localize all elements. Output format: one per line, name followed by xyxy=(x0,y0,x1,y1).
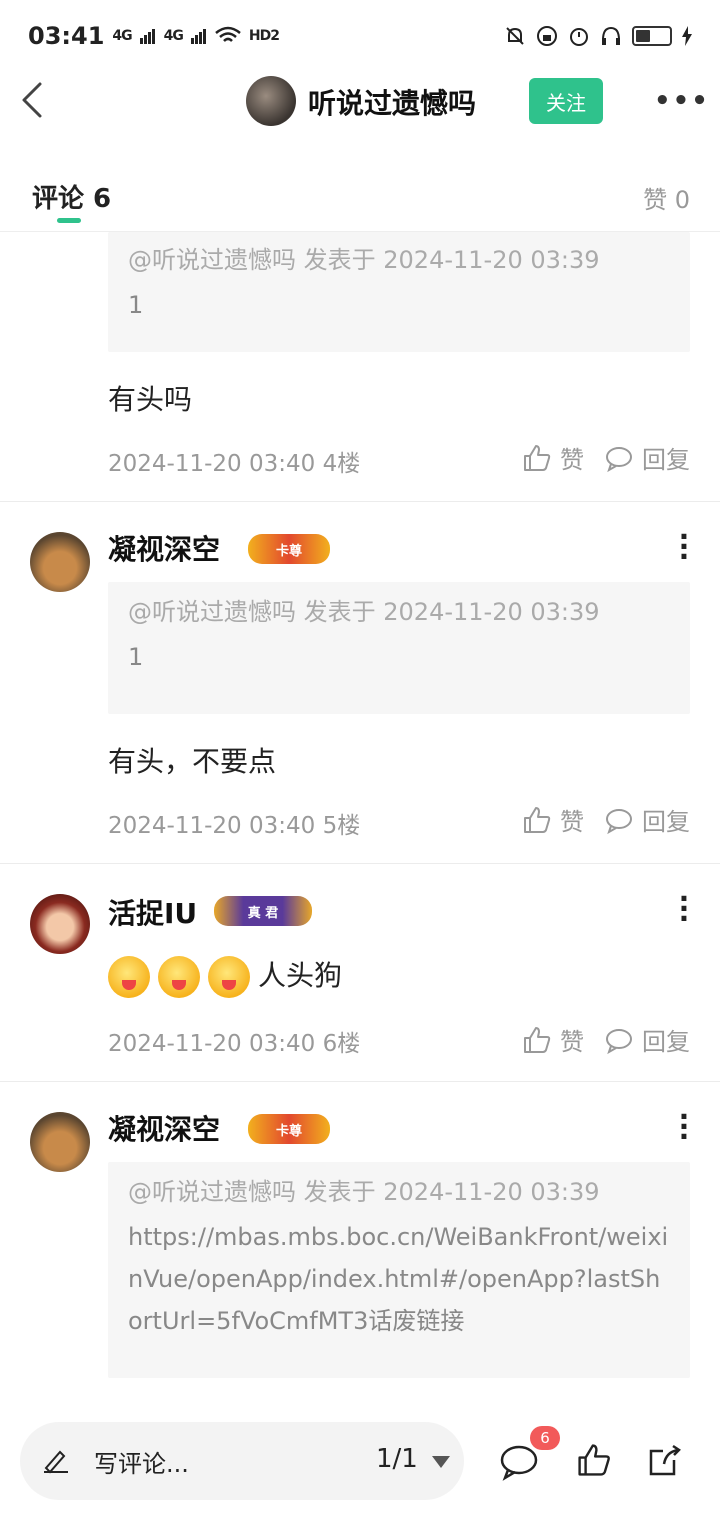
app-header: 听说过遗憾吗 关注 ••• xyxy=(0,72,720,132)
comment-author[interactable]: 凝视深空 xyxy=(108,528,220,568)
reply-button[interactable]: 回复 xyxy=(604,802,690,837)
user-badge: 真 君 xyxy=(214,896,312,926)
like-button[interactable]: 赞 xyxy=(522,802,584,837)
comment-text: 人头狗 xyxy=(108,954,342,998)
reply-label: 回复 xyxy=(642,1028,690,1056)
like-label: 赞 xyxy=(560,446,584,474)
comment-count-badge: 6 xyxy=(530,1426,560,1450)
like-label: 赞 xyxy=(560,1028,584,1056)
comment-item: 凝视深空 卡尊 · · · @听说过遗憾吗 发表于 2024-11-20 03:39… xyxy=(0,502,720,864)
write-comment-label: 写评论... xyxy=(94,1450,189,1478)
status-left: 03:41 4G 4G HD2 xyxy=(28,22,280,50)
quoted-post: @听说过遗憾吗 发表于 2024-11-20 03:39 1 xyxy=(108,232,690,352)
quote-body: 1 xyxy=(128,291,144,319)
reply-bubble-icon xyxy=(606,1028,632,1054)
hd-icon: HD2 xyxy=(248,28,280,44)
mute-bell-icon xyxy=(506,27,524,45)
status-time: 03:41 xyxy=(28,22,105,50)
alarm-icon xyxy=(570,28,588,46)
quote-body: https://mbas.mbs.boc.cn/WeiBankFront/wei… xyxy=(128,1223,669,1335)
avatar[interactable] xyxy=(30,894,90,954)
comment-meta: 2024-11-20 03:40 6楼 xyxy=(108,1031,361,1057)
quoted-post: @听说过遗憾吗 发表于 2024-11-20 03:39 https://mba… xyxy=(108,1162,690,1378)
comment-author[interactable]: 凝视深空 xyxy=(108,1108,220,1148)
avatar[interactable] xyxy=(30,532,90,592)
like-button[interactable]: 赞 xyxy=(522,440,584,475)
like-button[interactable]: 赞 xyxy=(522,1022,584,1057)
follow-button[interactable]: 关注 xyxy=(529,78,603,124)
thumbs-up-icon xyxy=(524,444,551,471)
wifi-icon xyxy=(215,26,241,42)
reply-label: 回复 xyxy=(642,446,690,474)
tab-bar: 评论 6 赞 0 xyxy=(0,164,720,232)
bottom-bar: 写评论... 1/1 6 xyxy=(0,1402,720,1520)
user-badge: 卡尊 xyxy=(248,534,330,564)
user-badge: 卡尊 xyxy=(248,1114,330,1144)
comment-menu-icon[interactable]: · · · xyxy=(676,1103,692,1151)
comment-menu-icon[interactable]: · · · xyxy=(676,523,692,571)
signal-bars-icon xyxy=(190,29,206,44)
charging-icon xyxy=(682,26,692,46)
signal-icon-2: 4G xyxy=(163,28,184,44)
quote-meta: @听说过遗憾吗 发表于 2024-11-20 03:39 xyxy=(128,246,600,274)
reply-label: 回复 xyxy=(642,808,690,836)
share-icon[interactable] xyxy=(646,1442,684,1480)
comment-text: 有头，不要点 xyxy=(108,745,277,778)
signal-icon-1: 4G xyxy=(112,28,132,44)
tab-comments[interactable]: 评论 6 xyxy=(32,178,111,215)
reply-bubble-icon xyxy=(606,808,632,834)
comment-bubble-icon[interactable] xyxy=(498,1442,540,1482)
page-indicator[interactable]: 1/1 xyxy=(376,1444,418,1474)
comment-item: 凝视深空 卡尊 · · · @听说过遗憾吗 发表于 2024-11-20 03:39… xyxy=(0,1082,720,1402)
reply-button[interactable]: 回复 xyxy=(604,440,690,475)
thumbs-up-icon xyxy=(524,806,551,833)
quote-meta: @听说过遗憾吗 发表于 2024-11-20 03:39 xyxy=(128,598,600,626)
tab-likes[interactable]: 赞 0 xyxy=(643,180,690,215)
thumbs-up-icon[interactable] xyxy=(576,1442,612,1478)
lock-icon xyxy=(537,26,557,46)
avatar[interactable] xyxy=(30,1112,90,1172)
quote-meta: @听说过遗憾吗 发表于 2024-11-20 03:39 xyxy=(128,1178,600,1206)
back-arrow-icon[interactable] xyxy=(18,80,46,120)
comment-actions: 赞 回复 xyxy=(522,440,690,475)
headphones-icon xyxy=(602,26,620,45)
comment-meta: 2024-11-20 03:40 5楼 xyxy=(108,813,361,839)
comment-actions: 赞 回复 xyxy=(522,802,690,837)
reply-button[interactable]: 回复 xyxy=(604,1022,690,1057)
comment-item: 活捉IU 真 君 · · · 人头狗 2024-11-20 03:40 6楼 赞 回… xyxy=(0,864,720,1082)
emoji-icon xyxy=(108,956,150,998)
status-bar: 03:41 4G 4G HD2 xyxy=(0,0,720,72)
quote-body: 1 xyxy=(128,643,144,671)
comment-menu-icon[interactable]: · · · xyxy=(676,885,692,933)
status-right xyxy=(504,25,692,47)
like-label: 赞 xyxy=(560,808,584,836)
emoji-icon xyxy=(158,956,200,998)
thumbs-up-icon xyxy=(524,1026,551,1053)
author-avatar[interactable] xyxy=(246,76,296,126)
write-comment-input[interactable]: 写评论... 1/1 xyxy=(20,1422,464,1500)
pencil-icon xyxy=(44,1450,68,1474)
page-dropdown-icon[interactable] xyxy=(432,1456,450,1468)
tab-active-indicator xyxy=(57,218,81,223)
emoji-icon xyxy=(208,956,250,998)
more-options-icon[interactable]: ••• xyxy=(654,86,710,116)
signal-bars-icon xyxy=(139,29,155,44)
quoted-post: @听说过遗憾吗 发表于 2024-11-20 03:39 1 xyxy=(108,582,690,714)
comment-author[interactable]: 活捉IU xyxy=(108,892,197,932)
comment-text-content: 人头狗 xyxy=(258,959,343,992)
comment-actions: 赞 回复 xyxy=(522,1022,690,1057)
comment-meta: 2024-11-20 03:40 4楼 xyxy=(108,451,361,477)
battery-icon xyxy=(632,26,672,46)
comment-text: 有头吗 xyxy=(108,383,193,416)
author-name[interactable]: 听说过遗憾吗 xyxy=(308,82,476,122)
reply-bubble-icon xyxy=(606,446,632,472)
comment-item: @听说过遗憾吗 发表于 2024-11-20 03:39 1 有头吗 2024-… xyxy=(0,232,720,502)
